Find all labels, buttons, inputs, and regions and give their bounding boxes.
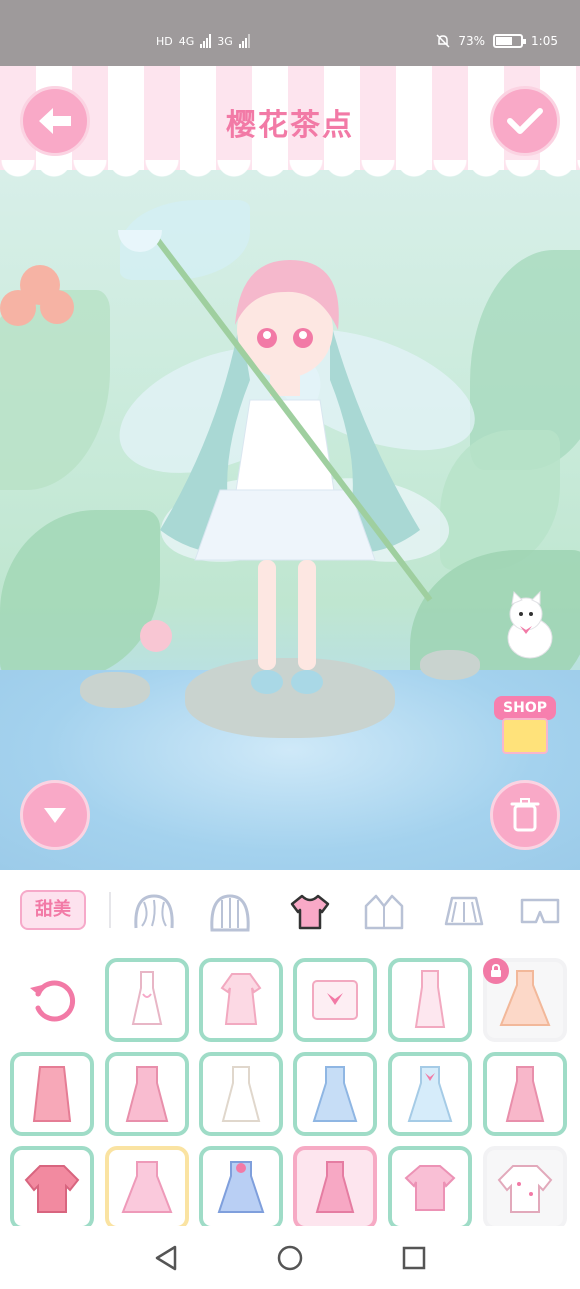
signal-icon xyxy=(200,34,212,48)
reset-button[interactable] xyxy=(22,970,82,1030)
clothing-item[interactable] xyxy=(105,958,189,1042)
dress-icon xyxy=(407,1066,453,1122)
dress-icon xyxy=(32,1066,72,1122)
status-right: 73% 1:05 xyxy=(436,34,558,48)
clothing-item[interactable] xyxy=(388,958,472,1042)
clothing-item[interactable] xyxy=(105,1052,189,1136)
trash-icon xyxy=(510,798,540,832)
awning-scallop xyxy=(0,160,580,188)
clothing-item[interactable] xyxy=(199,958,283,1042)
clothing-item[interactable] xyxy=(483,1052,567,1136)
berry-decoration xyxy=(40,290,74,324)
category-bar: 甜美 xyxy=(0,870,580,950)
category-hair-back[interactable] xyxy=(206,888,254,936)
clothing-item[interactable] xyxy=(199,1146,283,1230)
back-button[interactable] xyxy=(20,86,90,156)
category-top[interactable] xyxy=(286,888,334,936)
nav-recents-button[interactable] xyxy=(394,1238,434,1278)
hair-back-icon xyxy=(210,894,250,932)
clothing-item-locked[interactable] xyxy=(483,958,567,1042)
clothing-item[interactable] xyxy=(293,1052,377,1136)
dress-icon xyxy=(414,970,446,1028)
clothing-item[interactable] xyxy=(105,1146,189,1230)
dress-icon xyxy=(312,1066,358,1122)
dress-icon xyxy=(121,1161,173,1213)
skirt-icon xyxy=(444,896,484,926)
dress-icon xyxy=(315,1161,355,1213)
clothing-item[interactable] xyxy=(388,1052,472,1136)
dress-icon xyxy=(131,971,163,1025)
sweater-icon xyxy=(497,1165,553,1213)
clothing-item[interactable] xyxy=(10,1052,94,1136)
nav-back-button[interactable] xyxy=(146,1238,186,1278)
category-jacket[interactable] xyxy=(360,888,408,936)
clothing-grid xyxy=(0,950,580,1230)
dress-icon xyxy=(125,1066,169,1122)
status-left: HD 4G 3G xyxy=(156,34,250,48)
mute-bell-icon xyxy=(436,34,450,48)
battery-icon xyxy=(493,34,527,48)
category-pants[interactable] xyxy=(516,888,564,936)
sweater-icon xyxy=(24,1165,80,1213)
network-3g-label: 3G xyxy=(217,34,233,48)
style-tag-button[interactable]: 甜美 xyxy=(20,890,86,930)
category-skirt[interactable] xyxy=(440,888,488,936)
dress-icon xyxy=(220,973,262,1025)
arrow-left-icon xyxy=(39,108,71,134)
status-bar: HD 4G 3G 73% 1:05 xyxy=(0,0,580,66)
category-divider xyxy=(109,892,111,928)
shorts-icon xyxy=(520,898,560,924)
clothing-item[interactable] xyxy=(10,1146,94,1230)
checkmark-icon xyxy=(507,108,543,134)
doll-character[interactable] xyxy=(100,230,480,720)
confirm-button[interactable] xyxy=(490,86,560,156)
circle-home-icon xyxy=(277,1245,303,1270)
clothing-item[interactable] xyxy=(293,958,377,1042)
battery-percent: 73% xyxy=(458,34,486,48)
collapse-button[interactable] xyxy=(20,780,90,850)
nav-home-button[interactable] xyxy=(270,1238,310,1278)
dress-icon xyxy=(221,1066,261,1122)
blouse-icon xyxy=(404,1165,456,1211)
signal-icon-2 xyxy=(238,34,250,48)
refresh-icon xyxy=(30,980,76,1022)
dress-icon xyxy=(217,1161,265,1213)
lock-icon xyxy=(483,958,509,984)
clothing-item[interactable] xyxy=(483,1146,567,1230)
hd-indicator: HD xyxy=(156,34,173,48)
shop-button[interactable]: SHOP xyxy=(494,696,556,756)
triangle-back-icon xyxy=(155,1245,177,1270)
top-icon xyxy=(312,980,358,1020)
trash-button[interactable] xyxy=(490,780,560,850)
shop-storefront-icon xyxy=(502,718,548,754)
hair-front-icon xyxy=(134,894,174,929)
berry-decoration xyxy=(0,290,36,326)
cat-icon[interactable] xyxy=(498,590,562,662)
shop-label: SHOP xyxy=(494,696,556,720)
clothing-item[interactable] xyxy=(388,1146,472,1230)
system-nav-bar xyxy=(0,1226,580,1289)
tshirt-icon xyxy=(290,894,330,930)
clothing-item[interactable] xyxy=(199,1052,283,1136)
jacket-icon xyxy=(364,894,404,930)
clock: 1:05 xyxy=(531,34,558,48)
network-4g-label: 4G xyxy=(178,34,195,48)
dress-icon xyxy=(505,1066,545,1122)
square-recents-icon xyxy=(402,1246,426,1269)
triangle-down-icon xyxy=(44,808,66,823)
category-hair-front[interactable] xyxy=(130,888,178,936)
game-scene: SHOP xyxy=(0,170,580,870)
clothing-item-selected[interactable] xyxy=(293,1146,377,1230)
